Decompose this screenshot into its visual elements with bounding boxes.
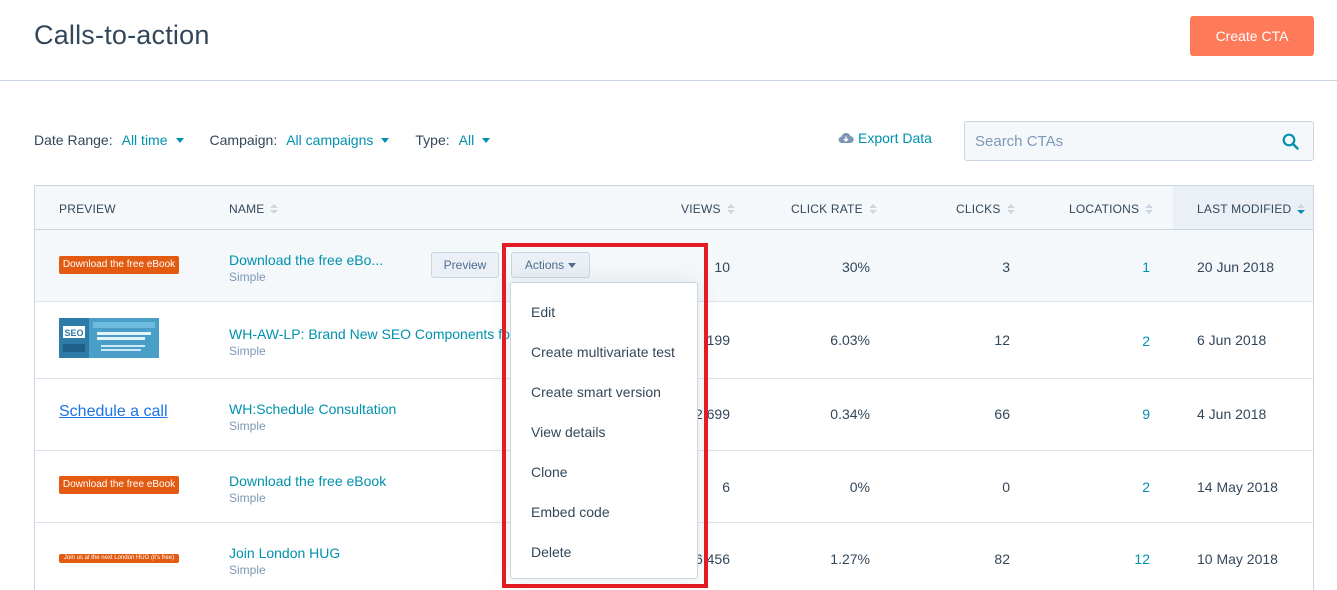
cta-type: Simple <box>229 491 266 505</box>
type-dropdown[interactable]: All <box>459 132 491 148</box>
clicks-value: 0 <box>1002 479 1010 495</box>
locations-link[interactable]: 1 <box>1095 259 1150 275</box>
cloud-download-icon <box>838 132 854 144</box>
menu-item-clone[interactable]: Clone <box>511 452 697 492</box>
actions-menu: Edit Create multivariate test Create sma… <box>510 282 698 579</box>
cta-preview-button[interactable]: Join us at the next London HUG (it's fre… <box>59 554 179 563</box>
search-input[interactable] <box>965 122 1275 160</box>
col-preview: PREVIEW <box>59 202 116 216</box>
search-box <box>964 121 1314 161</box>
col-click-rate[interactable]: CLICK RATE <box>791 202 877 216</box>
last-modified-value: 4 Jun 2018 <box>1197 406 1267 422</box>
col-views-label: VIEWS <box>681 202 721 216</box>
clicks-value: 3 <box>1002 259 1010 275</box>
page-title: Calls-to-action <box>34 20 210 50</box>
last-modified-value: 14 May 2018 <box>1197 479 1278 495</box>
click-rate-value: 0% <box>849 479 870 495</box>
locations-link[interactable]: 2 <box>1095 479 1150 495</box>
col-preview-label: PREVIEW <box>59 202 116 216</box>
cta-preview-button[interactable]: Download the free eBook <box>59 256 179 274</box>
cta-type: Simple <box>229 419 266 433</box>
date-range-value: All time <box>121 132 168 148</box>
col-last-modified-label: LAST MODIFIED <box>1197 202 1292 216</box>
clicks-value: 12 <box>994 332 1010 348</box>
chevron-down-icon <box>381 137 390 143</box>
sort-icon <box>270 204 279 214</box>
click-rate-value: 6.03% <box>830 332 870 348</box>
menu-item-delete[interactable]: Delete <box>511 532 697 572</box>
click-rate-value: 30% <box>841 259 870 275</box>
campaign-value: All campaigns <box>286 132 374 148</box>
col-views[interactable]: VIEWS <box>681 202 735 216</box>
cta-type: Simple <box>229 344 266 358</box>
type-label: Type: <box>415 132 450 148</box>
col-name[interactable]: NAME <box>229 202 279 216</box>
col-clicks-label: CLICKS <box>956 202 1001 216</box>
cta-preview-image[interactable]: SEO <box>59 318 159 358</box>
cta-name-link[interactable]: Join London HUG <box>229 545 340 561</box>
col-locations-label: LOCATIONS <box>1069 202 1140 216</box>
col-clicks[interactable]: CLICKS <box>956 202 1015 216</box>
menu-item-create-multivariate-test[interactable]: Create multivariate test <box>511 332 697 372</box>
date-range-dropdown[interactable]: All time <box>122 132 184 148</box>
click-rate-value: 0.34% <box>830 406 870 422</box>
search-icon[interactable] <box>1282 133 1299 150</box>
page-header: Calls-to-action Create CTA <box>0 0 1337 81</box>
actions-button[interactable]: Actions <box>511 252 590 278</box>
cta-type: Simple <box>229 270 266 284</box>
cta-name-link[interactable]: Download the free eBook <box>229 473 386 489</box>
chevron-down-icon <box>175 137 184 143</box>
sort-icon <box>1006 204 1015 214</box>
col-click-rate-label: CLICK RATE <box>791 202 863 216</box>
preview-button[interactable]: Preview <box>431 252 499 278</box>
cta-preview-link[interactable]: Schedule a call <box>59 403 168 421</box>
col-name-label: NAME <box>229 202 265 216</box>
date-range-label: Date Range: <box>34 132 113 148</box>
menu-item-create-smart-version[interactable]: Create smart version <box>511 372 697 412</box>
sort-icon <box>1145 204 1154 214</box>
views-value: 10 <box>714 259 730 275</box>
seo-banner-image: SEO <box>59 318 159 358</box>
last-modified-value: 10 May 2018 <box>1197 551 1278 567</box>
campaign-label: Campaign: <box>209 132 278 148</box>
menu-item-edit[interactable]: Edit <box>511 292 697 332</box>
cta-name-link[interactable]: Download the free eBo... <box>229 252 383 268</box>
menu-item-embed-code[interactable]: Embed code <box>511 492 697 532</box>
cta-type: Simple <box>229 563 266 577</box>
export-data-link[interactable]: Export Data <box>838 130 932 146</box>
sort-icon <box>726 204 735 214</box>
locations-link[interactable]: 12 <box>1095 551 1150 567</box>
cta-preview-button[interactable]: Download the free eBook <box>59 476 179 494</box>
last-modified-value: 20 Jun 2018 <box>1197 259 1275 275</box>
create-cta-button[interactable]: Create CTA <box>1190 16 1314 56</box>
locations-link[interactable]: 9 <box>1095 406 1150 422</box>
cta-name-link[interactable]: WH-AW-LP: Brand New SEO Components fo <box>229 326 510 342</box>
clicks-value: 82 <box>994 551 1010 567</box>
export-data-label: Export Data <box>858 130 932 146</box>
type-value: All <box>458 132 475 148</box>
campaign-dropdown[interactable]: All campaigns <box>286 132 390 148</box>
table-header: PREVIEW NAME VIEWS CLICK RATE CLICKS LOC… <box>35 186 1313 230</box>
sort-icon <box>1297 204 1306 214</box>
locations-link[interactable]: 2 <box>1095 333 1150 349</box>
actions-label: Actions <box>524 258 565 272</box>
menu-item-view-details[interactable]: View details <box>511 412 697 452</box>
col-locations[interactable]: LOCATIONS <box>1069 202 1154 216</box>
click-rate-value: 1.27% <box>830 551 870 567</box>
svg-text:SEO: SEO <box>64 328 83 338</box>
last-modified-value: 6 Jun 2018 <box>1197 332 1267 348</box>
filter-bar: Date Range: All time Campaign: All campa… <box>34 130 516 150</box>
chevron-down-icon <box>482 137 491 143</box>
clicks-value: 66 <box>994 406 1010 422</box>
cta-name-link[interactable]: WH:Schedule Consultation <box>229 401 396 417</box>
sort-icon <box>868 204 877 214</box>
caret-down-icon <box>568 262 577 268</box>
col-last-modified[interactable]: LAST MODIFIED <box>1197 202 1306 216</box>
